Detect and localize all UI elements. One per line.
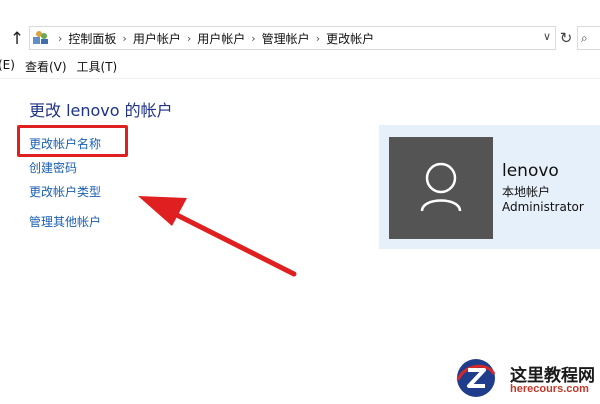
watermark-logo	[454, 356, 498, 400]
annotation-arrow	[138, 196, 297, 277]
watermark-site: herecours.com	[510, 383, 589, 395]
